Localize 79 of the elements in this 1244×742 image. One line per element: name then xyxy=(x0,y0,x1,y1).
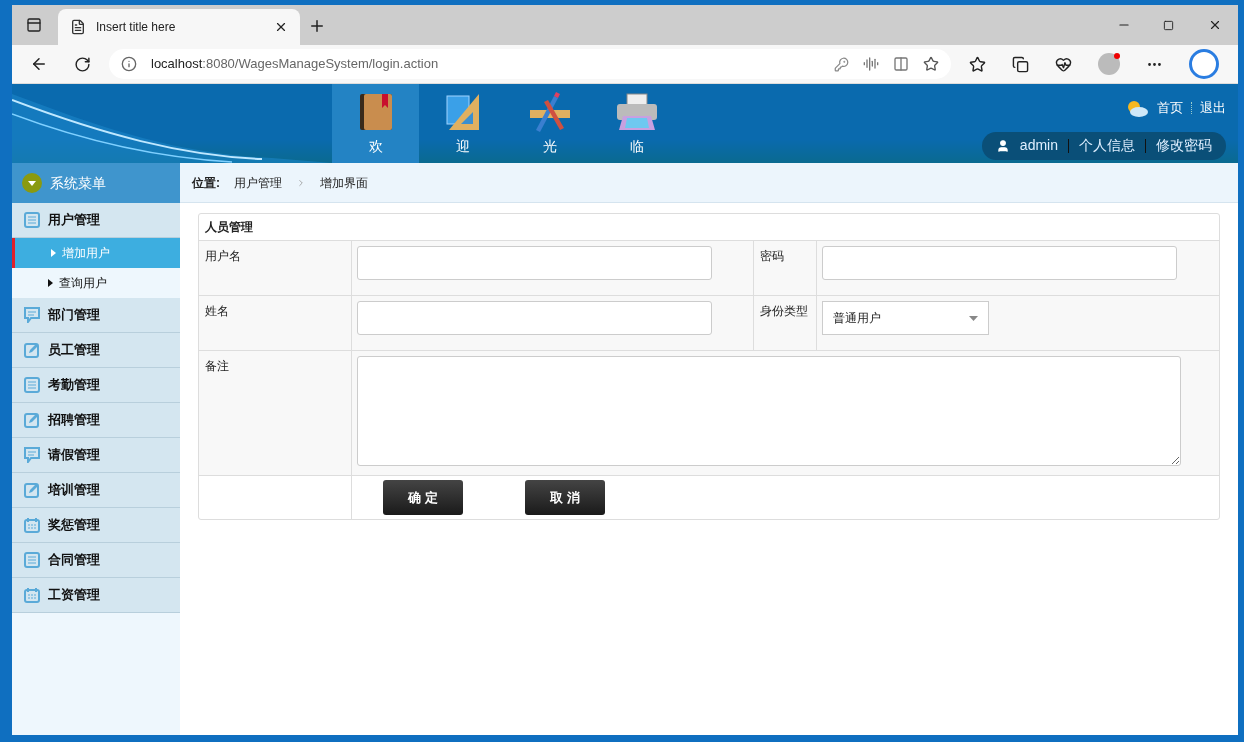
weather-icon xyxy=(1125,98,1149,117)
input-field[interactable] xyxy=(357,301,712,335)
menu-item[interactable]: 考勤管理 xyxy=(12,368,180,403)
form-title: 人员管理 xyxy=(205,219,253,236)
add-favorite-icon[interactable] xyxy=(923,56,939,72)
menu-item[interactable]: 招聘管理 xyxy=(12,403,180,438)
menu-item[interactable]: 培训管理 xyxy=(12,473,180,508)
split-screen-icon[interactable] xyxy=(893,56,909,72)
user-link[interactable]: 个人信息 xyxy=(1079,135,1135,156)
user-link[interactable]: 修改密码 xyxy=(1156,135,1212,156)
close-icon[interactable] xyxy=(1208,18,1222,32)
profile-icon[interactable] xyxy=(1098,53,1120,75)
ruler-triangle-icon xyxy=(444,92,481,132)
nav-tab[interactable]: 迎 xyxy=(419,84,506,163)
reload-icon[interactable] xyxy=(74,55,91,73)
list-icon xyxy=(24,552,40,568)
user-name: admin xyxy=(1019,136,1058,155)
textarea-field[interactable] xyxy=(357,356,1181,466)
menu-item[interactable]: 部门管理 xyxy=(12,298,180,333)
chat-icon xyxy=(24,447,40,463)
caret-icon xyxy=(22,173,42,193)
caret-icon xyxy=(969,315,978,321)
breadcrumb-item: 增加界面 xyxy=(320,174,368,192)
browser-tab[interactable]: Insert title here xyxy=(58,9,300,45)
triangle-icon xyxy=(51,249,56,257)
address-field[interactable]: localhost:8080/WagesManageSystem/login.action xyxy=(109,49,951,79)
logout-link[interactable]: 退出 xyxy=(1200,98,1226,118)
menu-item[interactable]: 工资管理 xyxy=(12,578,180,613)
maximize-icon[interactable] xyxy=(1163,20,1174,31)
url-text: localhost:8080/WagesManageSystem/login.action xyxy=(151,55,440,74)
breadcrumb-item: 用户管理 xyxy=(234,174,282,192)
field-label: 密码 xyxy=(760,249,784,263)
collections-icon[interactable] xyxy=(1012,55,1029,73)
list-icon xyxy=(24,212,40,228)
input-field[interactable] xyxy=(357,246,712,280)
chat-icon xyxy=(24,307,40,323)
select-field[interactable]: 普通用户 xyxy=(822,301,989,335)
home-link[interactable]: 首页 xyxy=(1157,98,1183,118)
new-tab-icon[interactable] xyxy=(308,17,326,35)
field-label: 用户名 xyxy=(205,249,241,263)
menu-item[interactable]: 请假管理 xyxy=(12,438,180,473)
field-label: 身份类型 xyxy=(760,304,808,318)
tab-actions-icon[interactable] xyxy=(26,17,42,33)
edit-icon xyxy=(24,342,40,358)
user-icon xyxy=(995,138,1010,153)
confirm-button[interactable]: 确 定 xyxy=(383,480,463,515)
info-icon[interactable] xyxy=(121,56,137,72)
field-label: 备注 xyxy=(205,359,229,373)
input-field[interactable] xyxy=(822,246,1177,280)
breadcrumb-label: 位置: xyxy=(192,174,220,192)
menu-item[interactable]: 奖惩管理 xyxy=(12,508,180,543)
cancel-button[interactable]: 取 消 xyxy=(525,480,605,515)
sidebar-title: 系统菜单 xyxy=(50,173,106,193)
nav-tab[interactable]: 光 xyxy=(506,84,593,163)
calendar-icon xyxy=(24,517,40,533)
menu-item[interactable]: 合同管理 xyxy=(12,543,180,578)
copilot-icon[interactable] xyxy=(1189,49,1219,79)
chevron-icon xyxy=(296,177,306,188)
page-icon xyxy=(70,19,86,35)
read-aloud-icon[interactable] xyxy=(863,56,879,72)
pencil-ruler-icon xyxy=(527,92,572,132)
printer-icon xyxy=(614,92,659,132)
nav-tab[interactable]: 欢 xyxy=(332,84,419,163)
edit-icon xyxy=(24,412,40,428)
menu-item[interactable]: 员工管理 xyxy=(12,333,180,368)
favorites-icon[interactable] xyxy=(969,55,986,73)
health-icon[interactable] xyxy=(1055,55,1072,73)
field-label: 姓名 xyxy=(205,304,229,318)
key-icon[interactable] xyxy=(834,56,849,72)
calendar-icon xyxy=(24,587,40,603)
list-icon xyxy=(24,377,40,393)
tab-title: Insert title here xyxy=(96,19,177,36)
back-icon[interactable] xyxy=(30,55,48,73)
triangle-icon xyxy=(48,279,53,287)
book-icon xyxy=(357,92,394,132)
nav-tab[interactable]: 临 xyxy=(593,84,680,163)
edit-icon xyxy=(24,482,40,498)
close-icon[interactable] xyxy=(274,20,288,34)
menu-item[interactable]: 用户管理 xyxy=(12,203,180,238)
